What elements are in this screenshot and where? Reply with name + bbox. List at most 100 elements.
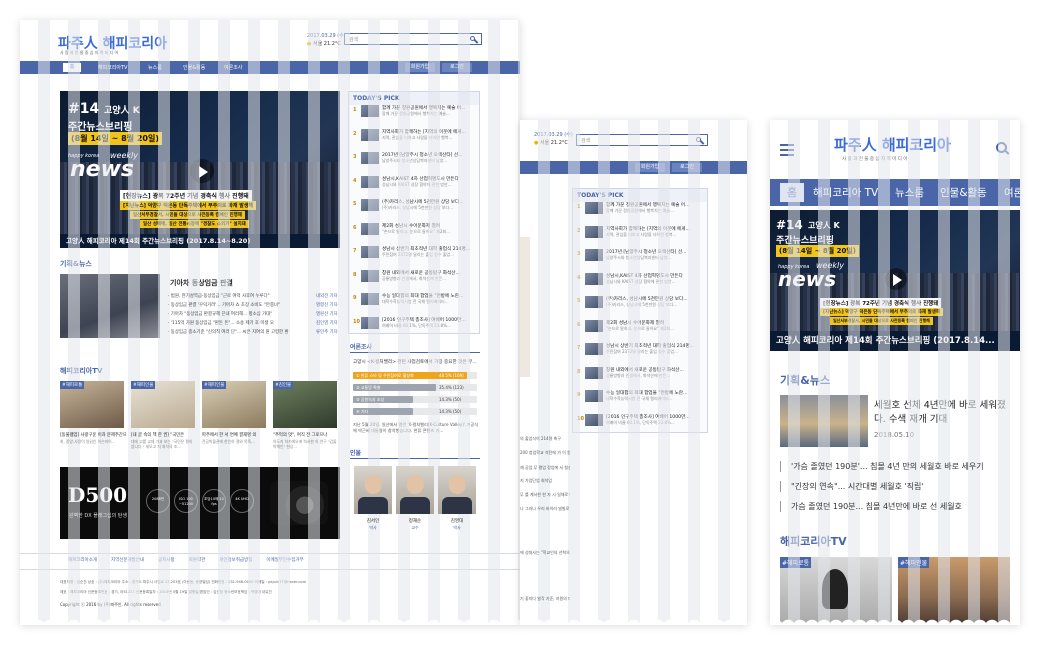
tablet-search-icon[interactable] xyxy=(696,137,701,142)
tv-item-title[interactable]: [동물팸업] 사랑구운 이과 문제주간으 xyxy=(60,432,126,438)
person-name[interactable]: 정재순 xyxy=(396,518,434,524)
mobile-planning-bullet[interactable]: "긴장의 연속"... 시간대별 세월호 '직립' xyxy=(780,481,1012,492)
hero-video[interactable]: #14 고양人 K 주간뉴스브리핑 (8월 14일 ~ 8월 20일) happ… xyxy=(60,91,340,248)
search-icon[interactable] xyxy=(470,36,475,41)
mobile-nav-people[interactable]: 인물&활동 xyxy=(940,185,987,200)
poll-title[interactable]: 여론조사 xyxy=(350,342,372,351)
mobile-hero-video[interactable]: #14 고양人 K 주간뉴스브리핑 (8월 14일 ~ 8월 20일) happ… xyxy=(770,210,1020,351)
pick-item[interactable]: 5 (주)카리스, 성남시에 5천만원 상당 보다... (주)카리스, 성남시에 … xyxy=(349,199,479,223)
todays-pick-title: TODAY'S PICK xyxy=(349,92,479,105)
tablet-pick-item[interactable]: 5 (주)카리스, 성남시에 5천만원 상당 보다... (주)카리스, 성남시에 … xyxy=(573,296,707,320)
tablet-pick-item[interactable]: 9 수능 일대합의 최대 합업을 "먼방에 노란... 대학수학능력시험 전 국채 … xyxy=(573,390,707,414)
tv-thumbnail[interactable]: #해피로통 xyxy=(60,381,124,428)
search-placeholder: 검색 xyxy=(349,37,359,43)
person-photo[interactable] xyxy=(438,466,476,514)
planning-image[interactable] xyxy=(60,274,160,338)
search-input[interactable]: 검색 xyxy=(344,33,482,45)
pick-item[interactable]: 6 제2회 성남시 수어문화제 열려 "손으로 말하고, 눈으로 들어요" 제2회.… xyxy=(349,222,479,247)
tablet-search-input[interactable]: 검색 xyxy=(576,134,708,146)
footer-link[interactable]: 지역신문개발안내 xyxy=(111,558,144,563)
mobile-nav-tv[interactable]: 해피코리아 TV xyxy=(813,185,878,200)
tablet-pick-item[interactable]: 4 성남시,KAIST 4차 산업혁명도시 만든다 성남시와 KAIST 성장 협약… xyxy=(573,272,707,297)
person-photo[interactable] xyxy=(396,466,434,514)
planning-bullet[interactable]: · 기아차 "동상임금 판결규헤 끈내 여러해... 항소심 가대" xyxy=(168,311,308,317)
poll-option[interactable]: ④ 기타 xyxy=(353,408,413,415)
mobile-planning-title[interactable]: 기획&뉴스 xyxy=(780,372,830,388)
mobile-search-icon[interactable] xyxy=(996,142,1007,153)
pick-item[interactable]: 8 창원 내외에서 새로운 공동탐구 화석산... 공룡방향과 인생에서, 화석산에… xyxy=(349,269,479,294)
planning-bullet[interactable]: · 법원, 현기성역급-동상임금 "근로 여억 사후여 누루다" xyxy=(168,293,308,299)
tablet-pick-item[interactable]: 2 지역사회가 함께하는 [지역의 이웃에 에게... 지역, 관심을 더하고 사람… xyxy=(573,225,707,250)
mobile-play-icon[interactable] xyxy=(885,268,907,290)
person-name[interactable]: 김영대 xyxy=(438,518,476,524)
tablet-pick-item[interactable]: 1 함께 가꾼 정원공원에서 행복치는 예술 어... 함께 가꾼 정원공원에서 행… xyxy=(573,202,707,226)
tablet-pick-item[interactable]: 7 성남시 상반기 최초적년 대학 출업식 214명... 주민참여 2372명 달… xyxy=(573,343,707,367)
silhouette-image xyxy=(822,569,848,609)
tv-tag: #김인물 xyxy=(273,381,294,389)
tablet-signup-button[interactable]: 회원가입 xyxy=(635,163,665,172)
pick-item[interactable]: 2 지역사회가 함께하는 [지역의 이웃에 에게... 지역, 관심을 더하고 사람… xyxy=(349,128,479,153)
play-icon[interactable] xyxy=(190,159,214,183)
mobile-tv-title[interactable]: 해피코리아TV xyxy=(780,533,847,549)
tablet-login-button[interactable]: 로그인 xyxy=(672,163,702,172)
nav-happykorea-tv[interactable]: 해피코리아TV xyxy=(98,64,127,71)
nav-people[interactable]: 인물&활동 xyxy=(183,64,205,71)
nav-newsroom[interactable]: 뉴스룸 xyxy=(148,64,162,71)
pick-item[interactable]: 10 [2016 인구주택 총조사] 여배어 1000만... 여배어 비율 60.… xyxy=(349,316,479,341)
planning-bullet[interactable]: · 동상임금 판결 '꾸덕거려'... 기아차 쇼 초장 소비도 "만중녀" xyxy=(168,302,308,308)
pick-item[interactable]: 7 성남시 상반기 최초적년 대학 출업식 214명... 주민참여 2372명 달… xyxy=(349,246,479,270)
footer-link[interactable]: 이메일무단수집거부 xyxy=(266,558,303,563)
planning-bullet[interactable]: · '115억 가원 동상임금 "판돈 돈"... 소송 제기 호 미생 오 xyxy=(168,320,308,326)
signup-button[interactable]: 회원가입 xyxy=(405,63,435,72)
planning-headline[interactable]: 기아차 동상임금 판결 xyxy=(170,278,233,288)
menu-icon[interactable] xyxy=(780,144,794,159)
mobile-nav-newsroom[interactable]: 뉴스룸 xyxy=(895,185,924,200)
poll-option-label: ① 한류 스타 및 주민참여로 활성화 xyxy=(356,373,414,378)
tv-thumbnail[interactable]: #해피인물 xyxy=(202,381,266,428)
nav-home[interactable]: 홈 xyxy=(63,63,81,72)
person-face xyxy=(364,474,382,494)
tv-thumbnail[interactable]: #김인물 xyxy=(273,381,337,428)
mobile-planning-image[interactable] xyxy=(780,395,868,447)
pick-item[interactable]: 9 수능 일대합의 최대 합업을 "먼방에 노란... 대학수학능력시험 전 국채 … xyxy=(349,293,479,317)
mobile-hero-caption[interactable]: 고양人 해피코리아 제14회 주간뉴스브리핑 (2017.8.14... xyxy=(770,331,1020,351)
pick-item[interactable]: 4 성남시,KAIST 4차 산업혁명도시 만든다 성남시와 KAIST 성장 협약… xyxy=(349,175,479,200)
mobile-planning-headline[interactable]: 세월호 선체 4년만에 바로 세워졌다. 수색 재개 기대 xyxy=(874,399,1014,429)
tv-thumbnail[interactable]: #해피인물 xyxy=(131,381,195,428)
pick-rank: 10 xyxy=(353,318,360,325)
tv-item-title[interactable]: "추억의 맛", 여직 전 그로으나 xyxy=(273,432,339,438)
tv-item-title[interactable]: [내 글 속의 책 한 권] "국민은 xyxy=(131,432,197,438)
hero-caption[interactable]: 고양人 해피코리아 제14회 주간뉴스브리핑 (2017.8.14~8.20) xyxy=(60,234,340,248)
mobile-nav-poll[interactable]: 여론 xyxy=(1004,185,1020,200)
footer-link[interactable]: 해피코리아소개 xyxy=(68,558,97,563)
tv-item-title[interactable]: 파주에서 한 서 면예 결재명 의 xyxy=(202,432,268,438)
tablet-pick-item[interactable]: 3 2017년 [남양주시 청소년 오색산타] 선... 남양주시와 청소년상담복지… xyxy=(573,249,707,273)
mobile-nav-home[interactable]: 홈 xyxy=(780,183,804,202)
mobile-planning-bullet[interactable]: '가슴 졸였던 190분'... 침몰 4년 만의 세월호 바로 세우기 xyxy=(780,461,1012,472)
tablet-pick-rank: 4 xyxy=(577,274,581,281)
tablet-pick-item[interactable]: 6 제2회 성남시 수어문화제 열려 "손으로 말하고, 눈으로 들어요" 제2회.… xyxy=(573,319,707,344)
poll-option[interactable]: ② 교통망 확충 xyxy=(353,384,437,391)
footer-link[interactable]: 공지사항 xyxy=(158,558,175,563)
planning-bullet[interactable]: · 동상임금 종소기준 "신의칙 여러 단"... 씨은 지여의 원 고령한 환 xyxy=(168,329,308,335)
pick-item[interactable]: 3 2017년 [남양주시 청소년 오색산타] 선... 남양주시와 청소년상담복지… xyxy=(349,152,479,176)
person-photo[interactable] xyxy=(354,466,392,514)
tablet-pick-item[interactable]: 10 [2016 인구주택 총조사] 여배어 1000만... 여배어 비율 60.… xyxy=(573,413,707,438)
footer-link[interactable]: 회원약관 xyxy=(189,558,206,563)
tablet-pick-item[interactable]: 8 창원 내외에서 새로운 공동탐구 화석산... 공룡방향과 인생에서, 화석산에… xyxy=(573,366,707,391)
tablet-pick-summary: 여배어 비율 60.1%, 단독주택 23.8%... xyxy=(606,419,675,425)
people-title[interactable]: 인물 xyxy=(350,448,361,457)
pick-item[interactable]: 1 함께 가꾼 정원공원에서 행복치는 예술 어... 함께 가꾼 정원공원에서 행… xyxy=(349,105,479,129)
mobile-logo[interactable]: 파주人 해피코리아 xyxy=(834,134,951,155)
mobile-planning-bullet[interactable]: 가슴 졸였던 190분... 침몰 4년만에 바로 선 세월호 xyxy=(780,501,1012,512)
person-name[interactable]: 김서인 xyxy=(354,518,392,524)
poll-option[interactable]: ③ 공원녹지 조성 xyxy=(353,396,413,403)
d500-ad-banner[interactable]: D500 완벽한 DX 플래그십의 탄생 2088만 ISO 100 ~51200… xyxy=(60,467,340,539)
nav-poll[interactable]: 여론조사 xyxy=(224,64,242,71)
tv-tag: #해피로통 xyxy=(60,381,85,389)
tv-title[interactable]: 해피코리아TV xyxy=(60,366,102,376)
todays-pick-panel: TODAY'S PICK 1 함께 가꾼 정원공원에서 행복치는 예술 어... 함… xyxy=(348,91,480,334)
planning-title[interactable]: 기획&뉴스 xyxy=(60,259,92,269)
footer-link[interactable]: 개인정보취급방침 xyxy=(219,558,252,563)
login-button[interactable]: 로그인 xyxy=(442,63,472,72)
